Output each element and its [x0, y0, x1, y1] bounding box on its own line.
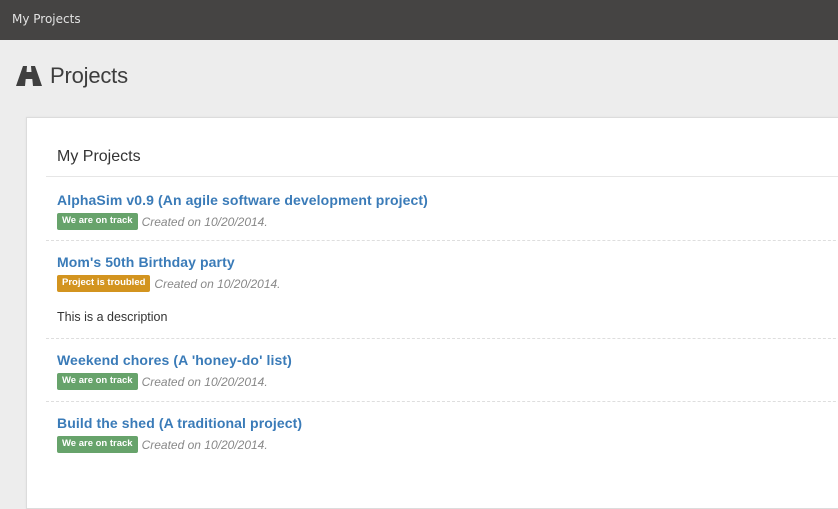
top-bar-title[interactable]: My Projects: [12, 12, 81, 26]
project-item: Build the shed (A traditional project) W…: [46, 415, 838, 465]
top-bar: My Projects: [0, 0, 838, 40]
project-description: This is a description: [57, 310, 168, 324]
created-date: Created on 10/20/2014.: [154, 276, 281, 291]
status-badge: We are on track: [57, 213, 138, 230]
created-date: Created on 10/20/2014.: [141, 374, 268, 389]
status-badge: We are on track: [57, 436, 138, 453]
road-icon: [16, 66, 42, 86]
project-meta: We are on track Created on 10/20/2014.: [57, 436, 838, 453]
status-badge: Project is troubled: [57, 275, 151, 292]
status-badge: We are on track: [57, 373, 138, 390]
project-meta: Project is troubled Created on 10/20/201…: [57, 275, 838, 292]
project-meta: We are on track Created on 10/20/2014.: [57, 213, 838, 230]
project-item: Weekend chores (A 'honey-do' list) We ar…: [46, 352, 838, 402]
panel-title: My Projects: [57, 148, 141, 165]
page-heading: Projects: [16, 60, 128, 92]
project-item: AlphaSim v0.9 (An agile software develop…: [46, 192, 838, 241]
row-separator: [46, 401, 838, 402]
projects-panel: My Projects AlphaSim v0.9 (An agile soft…: [26, 117, 838, 509]
row-separator: [46, 338, 838, 339]
row-separator: [46, 240, 838, 241]
project-link[interactable]: Mom's 50th Birthday party: [57, 254, 838, 270]
divider: [46, 176, 838, 177]
project-link[interactable]: Weekend chores (A 'honey-do' list): [57, 352, 838, 368]
page-title: Projects: [50, 63, 128, 88]
created-date: Created on 10/20/2014.: [141, 214, 268, 229]
project-meta: We are on track Created on 10/20/2014.: [57, 373, 838, 390]
project-link[interactable]: AlphaSim v0.9 (An agile software develop…: [57, 192, 838, 208]
project-link[interactable]: Build the shed (A traditional project): [57, 415, 838, 431]
created-date: Created on 10/20/2014.: [141, 437, 268, 452]
project-item: Mom's 50th Birthday party Project is tro…: [46, 254, 838, 339]
